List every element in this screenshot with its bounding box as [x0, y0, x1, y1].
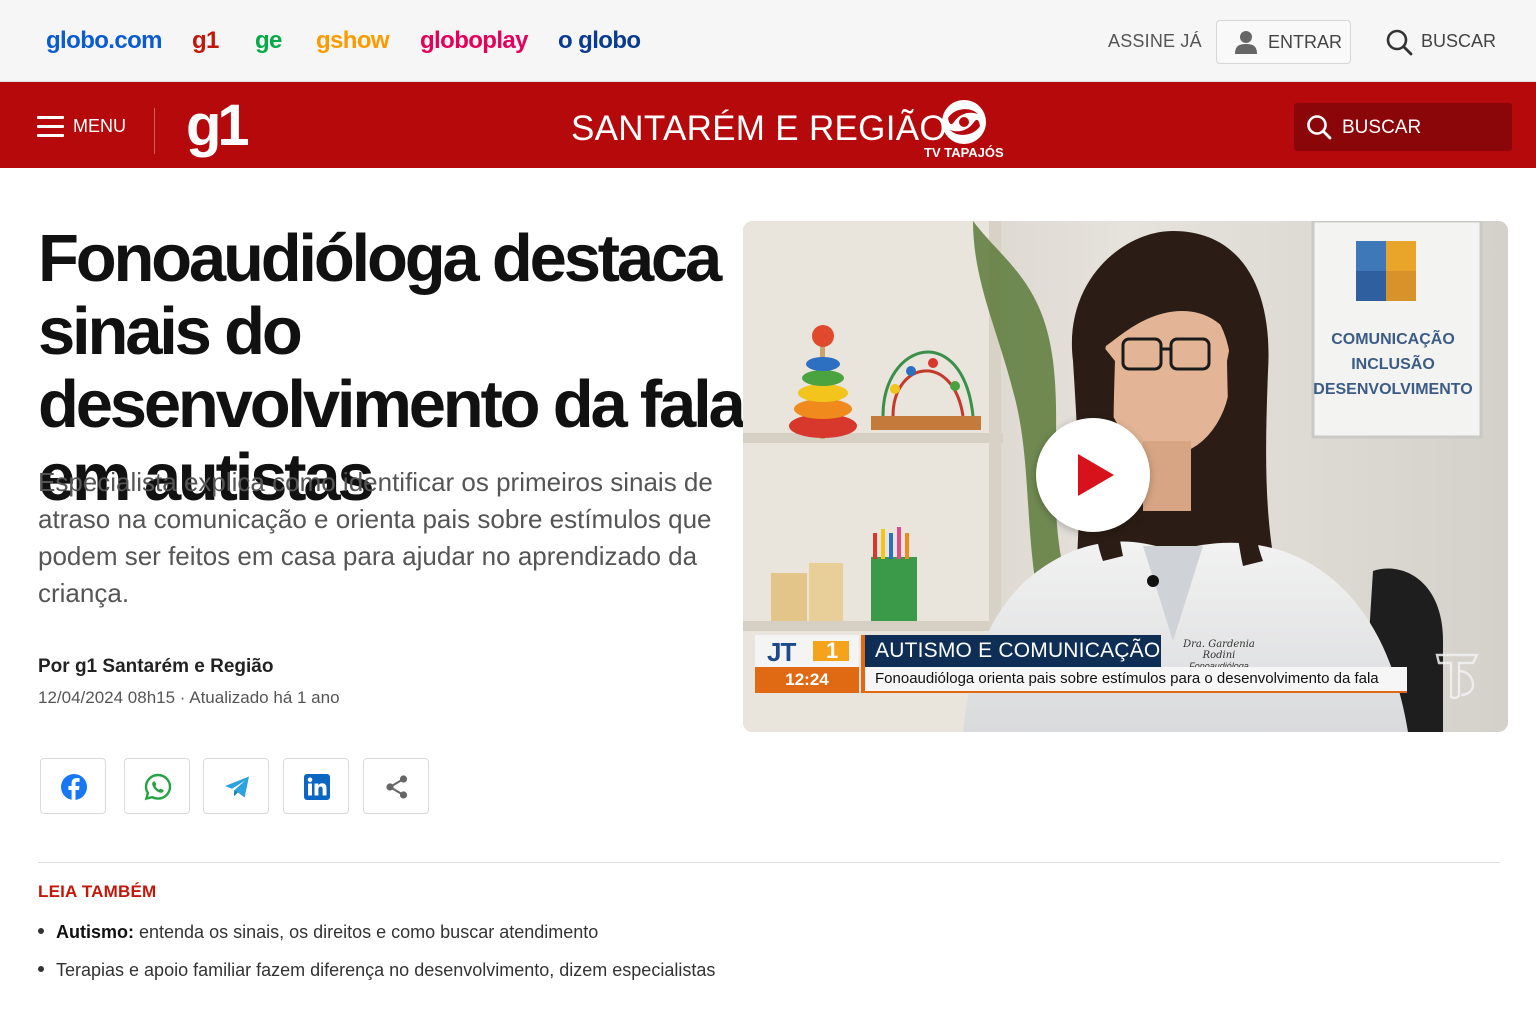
related-heading: LEIA TAMBÉM: [38, 882, 157, 901]
share-icon: [386, 775, 408, 799]
g1-header: MENU g1 SANTARÉM E REGIÃO TV TAPAJÓS BUS…: [0, 82, 1536, 168]
related-link-text: Terapias e apoio familiar fazem diferenç…: [56, 960, 716, 980]
article-subtitle: Especialista explica como identificar os…: [38, 467, 713, 608]
region-title[interactable]: SANTARÉM E REGIÃO: [571, 109, 947, 149]
signature-name: Dra. Gardenia Rodini: [1183, 639, 1255, 661]
login-label: ENTRAR: [1268, 32, 1343, 52]
play-icon: [1078, 454, 1114, 496]
lower-third-title: AUTISMO E COMUNICAÇÃO: [861, 635, 1161, 667]
globo-network-bar: globo.com g1 ge gshow globoplay o globo …: [0, 0, 1536, 82]
lower-third-caption-text: Fonoaudióloga orienta pais sobre estímul…: [875, 670, 1379, 687]
broadcast-time: 12:24: [755, 667, 859, 693]
share-telegram-button[interactable]: [203, 758, 269, 814]
hamburger-icon: [37, 116, 64, 138]
facebook-icon: [61, 774, 87, 800]
header-search-label: BUSCAR: [1342, 117, 1422, 138]
gshow-link[interactable]: gshow: [316, 26, 390, 56]
share-linkedin-button[interactable]: [283, 758, 349, 814]
menu-label: MENU: [73, 116, 126, 136]
related-item[interactable]: Autismo: entenda os sinais, os direitos …: [38, 922, 938, 943]
article-byline: Por g1 Santarém e Região: [38, 656, 274, 677]
bullet-icon: [38, 928, 44, 935]
top-search-label: BUSCAR: [1421, 31, 1497, 51]
tv-tapajos-logo-icon: [942, 100, 986, 144]
related-link-bold: Autismo:: [56, 922, 134, 942]
user-icon: [1235, 31, 1257, 54]
poster-text: INCLUSÃO: [1351, 353, 1435, 373]
program-logo: JT: [767, 637, 796, 667]
related-link[interactable]: Terapias e apoio familiar fazem diferenç…: [56, 960, 715, 980]
poster-text: COMUNICAÇÃO: [1331, 328, 1455, 348]
ge-link[interactable]: ge: [255, 26, 282, 56]
globocom-link[interactable]: globo.com: [46, 26, 163, 56]
oglobo-link[interactable]: o globo: [558, 26, 641, 56]
search-icon: [1386, 29, 1413, 56]
video-player[interactable]: COMUNICAÇÃO INCLUSÃO DESENVOLVIMENTO JT …: [743, 221, 1508, 732]
share-more-button[interactable]: [363, 758, 429, 814]
linkedin-icon: [304, 774, 330, 800]
tv-tapajos-label: TV TAPAJÓS: [924, 145, 1004, 160]
globoplay-link[interactable]: globoplay: [420, 26, 529, 56]
g1-logo[interactable]: g1: [186, 96, 250, 156]
share-whatsapp-button[interactable]: [124, 758, 190, 814]
program-badge: JT 1 12:24: [755, 635, 859, 693]
header-divider: [154, 108, 155, 154]
lower-third-caption: Fonoaudióloga orienta pais sobre estímul…: [861, 667, 1407, 693]
section-divider: [38, 862, 1500, 863]
whatsapp-icon: [144, 773, 172, 801]
article-date: 12/04/2024 08h15 · Atualizado há 1 ano: [38, 688, 340, 707]
share-facebook-button[interactable]: [40, 758, 106, 814]
search-icon: [1307, 115, 1332, 140]
program-number: 1: [826, 638, 839, 663]
tv-tapajos-watermark-icon: [1435, 653, 1479, 700]
related-link-text: entenda os sinais, os direitos e como bu…: [134, 922, 599, 942]
telegram-icon: [225, 776, 249, 798]
related-link[interactable]: Autismo: entenda os sinais, os direitos …: [56, 922, 598, 942]
lower-third-title-text: AUTISMO E COMUNICAÇÃO: [875, 639, 1161, 662]
header-search-button[interactable]: BUSCAR: [1294, 103, 1512, 151]
play-button[interactable]: [1036, 418, 1150, 532]
subscribe-link[interactable]: ASSINE JÁ: [1108, 31, 1202, 52]
login-button[interactable]: ENTRAR: [1216, 20, 1351, 64]
g1-link[interactable]: g1: [192, 26, 219, 56]
related-item[interactable]: Terapias e apoio familiar fazem diferenç…: [38, 960, 938, 981]
bullet-icon: [38, 966, 44, 973]
poster-text: DESENVOLVIMENTO: [1313, 381, 1472, 398]
